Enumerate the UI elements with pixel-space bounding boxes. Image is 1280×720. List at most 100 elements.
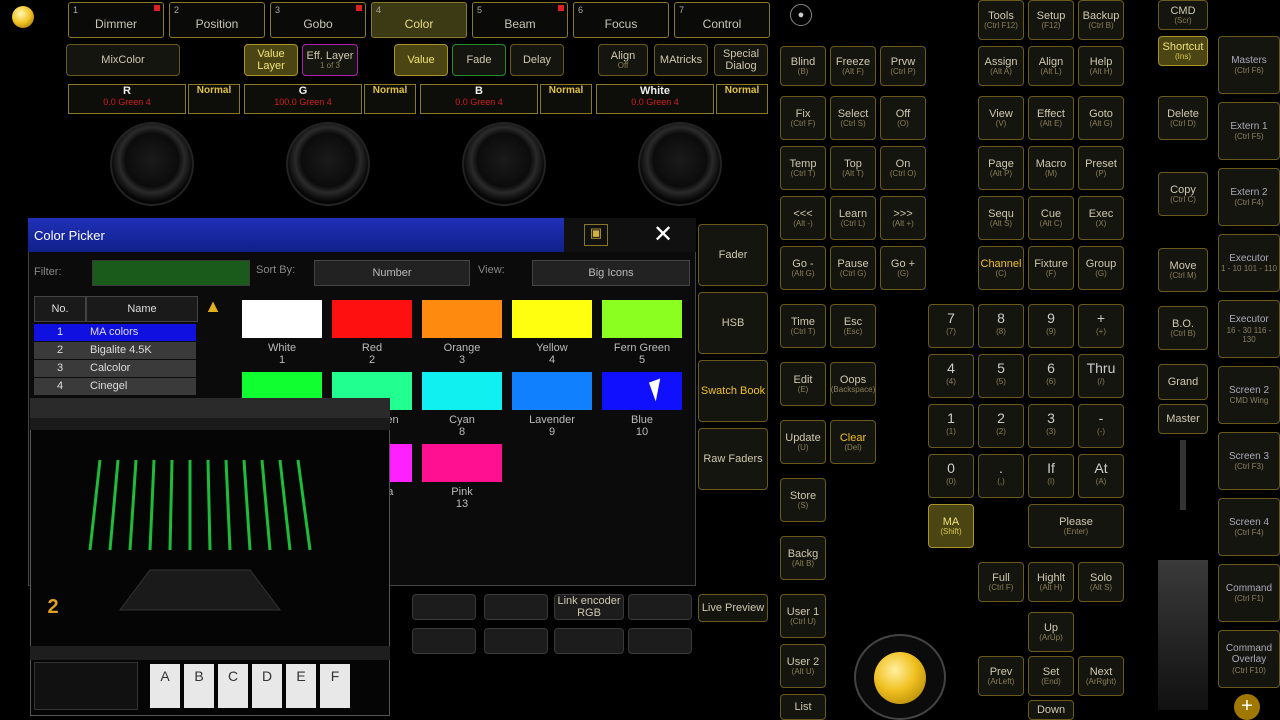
view-button[interactable]: Command Overlay (Ctrl F10) (1218, 630, 1280, 688)
tab-color[interactable]: 4 Color (371, 2, 467, 38)
gel-row[interactable]: 4 Cinegel (34, 378, 196, 395)
encoder-knob-b[interactable] (462, 122, 546, 206)
sequ-button[interactable]: Sequ (Alt S) (978, 196, 1024, 240)
link-encoder-button[interactable]: Link encoder RGB (554, 594, 624, 620)
user1-button[interactable]: User 1 (Ctrl U) (780, 594, 826, 638)
prvw-button[interactable]: Prvw (Ctrl P) (880, 46, 926, 86)
solo-button[interactable]: Solo (Alt S) (1078, 562, 1124, 602)
encoder-mode-white[interactable]: Normal (716, 84, 768, 114)
next-button[interactable]: Next (ArRght) (1078, 656, 1124, 696)
swatch-red[interactable] (332, 300, 412, 338)
scroll-up-icon[interactable]: ▲ (198, 296, 228, 322)
delete-button[interactable]: Delete (Ctrl D) (1158, 96, 1208, 140)
picker-tab-fader[interactable]: Fader (698, 224, 768, 286)
numpad-key[interactable]: Thru (/) (1078, 354, 1124, 398)
numpad-key[interactable]: 2 (2) (978, 404, 1024, 448)
picker-tab-swatch-book[interactable]: Swatch Book (698, 360, 768, 422)
pin-icon[interactable]: ▣ (584, 224, 608, 246)
goto-button[interactable]: Goto (Alt G) (1078, 96, 1124, 140)
cue-button[interactable]: Cue (Alt C) (1028, 196, 1074, 240)
shortcut-button[interactable]: Shortcut (Ins) (1158, 36, 1208, 66)
effect-layer-button[interactable]: Eff. Layer 1 of 3 (302, 44, 358, 76)
off-button[interactable]: Off (O) (880, 96, 926, 140)
freeze-button[interactable]: Freeze (Alt F) (830, 46, 876, 86)
key-d[interactable]: D (252, 664, 282, 708)
tab-focus[interactable]: 6 Focus (573, 2, 669, 38)
clear-button[interactable]: Clear (Del) (830, 420, 876, 464)
numpad-key[interactable]: 6 (6) (1028, 354, 1074, 398)
numpad-key[interactable]: 1 (1) (928, 404, 974, 448)
mixcolor-button[interactable]: MixColor (66, 44, 180, 76)
gel-row[interactable]: 2 Bigalite 4.5K (34, 342, 196, 359)
assign-button[interactable]: Assign (Alt A) (978, 46, 1024, 86)
key-b[interactable]: B (184, 664, 214, 708)
encoder-knob-white[interactable] (638, 122, 722, 206)
swatch-lavender[interactable] (512, 372, 592, 410)
numpad-key[interactable]: . (,) (978, 454, 1024, 498)
cmd-button[interactable]: CMD (Scr) (1158, 0, 1208, 30)
align-button[interactable]: Align (Alt L) (1028, 46, 1074, 86)
view-button[interactable]: Screen 2 CMD Wing (1218, 366, 1280, 424)
column-no-header[interactable]: No. (34, 296, 86, 322)
nextpage-button[interactable]: >>> (Alt +) (880, 196, 926, 240)
full-button[interactable]: Full (Ctrl F) (978, 562, 1024, 602)
on-button[interactable]: On (Ctrl O) (880, 146, 926, 190)
view-button[interactable]: View (V) (978, 96, 1024, 140)
backbtn-button[interactable]: Backg (Alt B) (780, 536, 826, 580)
view-button[interactable]: Executor 1 - 10 101 - 110 (1218, 234, 1280, 292)
macro-button[interactable]: Macro (M) (1028, 146, 1074, 190)
update-button[interactable]: Update (U) (780, 420, 826, 464)
goplus-button[interactable]: Go + (G) (880, 246, 926, 290)
learn-button[interactable]: Learn (Ctrl L) (830, 196, 876, 240)
key-f[interactable]: F (320, 664, 350, 708)
key-c[interactable]: C (218, 664, 248, 708)
delay-button[interactable]: Delay (510, 44, 564, 76)
ma-button[interactable]: MA (Shift) (928, 504, 974, 548)
tab-control[interactable]: 7 Control (674, 2, 770, 38)
master-fader[interactable] (1158, 560, 1208, 710)
numpad-key[interactable]: 8 (8) (978, 304, 1024, 348)
bo-button[interactable]: B.O. (Ctrl B) (1158, 306, 1208, 350)
preset-button[interactable]: Preset (P) (1078, 146, 1124, 190)
swatch-pink[interactable] (422, 444, 502, 482)
encoder-white[interactable]: White 0.0 Green 4 (596, 84, 714, 114)
numpad-key[interactable]: 7 (7) (928, 304, 974, 348)
list-button[interactable]: List (780, 694, 826, 720)
gominus-button[interactable]: Go - (Alt G) (780, 246, 826, 290)
sort-by-select[interactable]: Number (314, 260, 470, 286)
move-button[interactable]: Move (Ctrl M) (1158, 248, 1208, 292)
encoder-b[interactable]: B 0.0 Green 4 (420, 84, 538, 114)
up-button[interactable]: Up (ArUp) (1028, 612, 1074, 652)
down-button[interactable]: Down (1028, 700, 1074, 720)
numpad-key[interactable]: At (A) (1078, 454, 1124, 498)
channel-button[interactable]: Channel (C) (978, 246, 1024, 290)
set-button[interactable]: Set (End) (1028, 656, 1074, 696)
live-preview-button[interactable]: Live Preview (698, 594, 768, 622)
edit-button[interactable]: Edit (E) (780, 362, 826, 406)
close-icon[interactable]: ✕ (650, 222, 676, 248)
numpad-key[interactable]: + (+) (1078, 304, 1124, 348)
prevpage-button[interactable]: <<< (Alt -) (780, 196, 826, 240)
encoder-mode-g[interactable]: Normal (364, 84, 416, 114)
tab-dimmer[interactable]: 1 Dimmer (68, 2, 164, 38)
picker-tab-hsb[interactable]: HSB (698, 292, 768, 354)
select-button[interactable]: Select (Ctrl S) (830, 96, 876, 140)
group-button[interactable]: Group (G) (1078, 246, 1124, 290)
swatch-orange[interactable] (422, 300, 502, 338)
numpad-key[interactable]: 5 (5) (978, 354, 1024, 398)
esc-button[interactable]: Esc (Esc) (830, 304, 876, 348)
encoder-mode-b[interactable]: Normal (540, 84, 592, 114)
view-button[interactable]: Screen 4 (Ctrl F4) (1218, 498, 1280, 556)
gel-row[interactable]: 3 Calcolor (34, 360, 196, 377)
circle-button-icon[interactable]: ● (790, 4, 812, 26)
view-button[interactable]: Executor 16 - 30 116 - 130 (1218, 300, 1280, 358)
numpad-key[interactable]: 4 (4) (928, 354, 974, 398)
filter-input[interactable] (92, 260, 250, 286)
please-button[interactable]: Please (Enter) (1028, 504, 1124, 548)
encoder-r[interactable]: R 0.0 Green 4 (68, 84, 186, 114)
tools-button[interactable]: Tools (Ctrl F12) (978, 0, 1024, 40)
trackball[interactable] (874, 652, 926, 704)
swatch-cyan[interactable] (422, 372, 502, 410)
matricks-button[interactable]: MAtricks (654, 44, 708, 76)
top-button[interactable]: Top (Alt T) (830, 146, 876, 190)
